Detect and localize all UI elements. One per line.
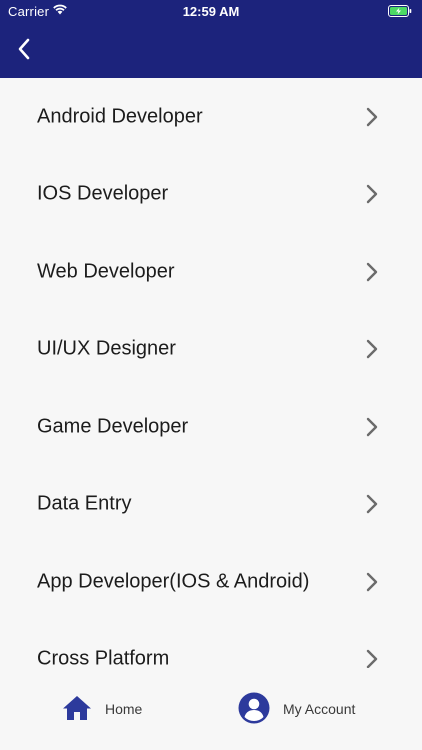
list-item-label: Game Developer xyxy=(37,415,189,438)
list-item-label: IOS Developer xyxy=(37,182,169,205)
status-time: 12:59 AM xyxy=(182,4,240,19)
nav-account-label: My Account xyxy=(283,701,356,717)
battery-charging-icon xyxy=(388,5,412,20)
chevron-left-icon xyxy=(18,38,30,60)
chevron-right-icon xyxy=(366,572,378,591)
chevron-right-icon xyxy=(366,262,378,281)
list-item-data-entry[interactable]: Data Entry xyxy=(0,466,422,544)
chevron-right-icon xyxy=(366,417,378,436)
list-item-label: Data Entry xyxy=(37,492,132,515)
home-icon xyxy=(63,696,91,720)
list-item-cross-platform[interactable]: Cross Platform xyxy=(0,621,422,668)
chevron-right-icon xyxy=(366,340,378,359)
account-icon xyxy=(238,692,270,724)
list-item-label: Cross Platform xyxy=(37,647,170,668)
status-bar: Carrier 12:59 AM xyxy=(0,0,422,24)
nav-account-button[interactable]: My Account xyxy=(238,692,378,726)
list-item-app-developer[interactable]: App Developer(IOS & Android) xyxy=(0,543,422,621)
list-item-web-developer[interactable]: Web Developer xyxy=(0,233,422,311)
list-item-ios-developer[interactable]: IOS Developer xyxy=(0,156,422,234)
list-item-label: Android Developer xyxy=(37,105,203,128)
bottom-navigation: Home My Account xyxy=(0,668,422,750)
list-item-label: App Developer(IOS & Android) xyxy=(37,570,310,593)
job-category-list: Android Developer IOS Developer Web Deve… xyxy=(0,78,422,668)
chevron-right-icon xyxy=(366,650,378,668)
list-item-ui-ux-designer[interactable]: UI/UX Designer xyxy=(0,311,422,389)
chevron-right-icon xyxy=(366,107,378,126)
nav-home-label: Home xyxy=(105,701,143,717)
header-bar: Carrier 12:59 AM xyxy=(0,0,422,78)
nav-home-button[interactable]: Home xyxy=(62,694,152,726)
list-item-label: UI/UX Designer xyxy=(37,337,176,360)
list-item-game-developer[interactable]: Game Developer xyxy=(0,388,422,466)
list-item-android-developer[interactable]: Android Developer xyxy=(0,78,422,156)
chevron-right-icon xyxy=(366,185,378,204)
list-item-label: Web Developer xyxy=(37,260,175,283)
back-button[interactable] xyxy=(10,34,38,64)
chevron-right-icon xyxy=(366,495,378,514)
